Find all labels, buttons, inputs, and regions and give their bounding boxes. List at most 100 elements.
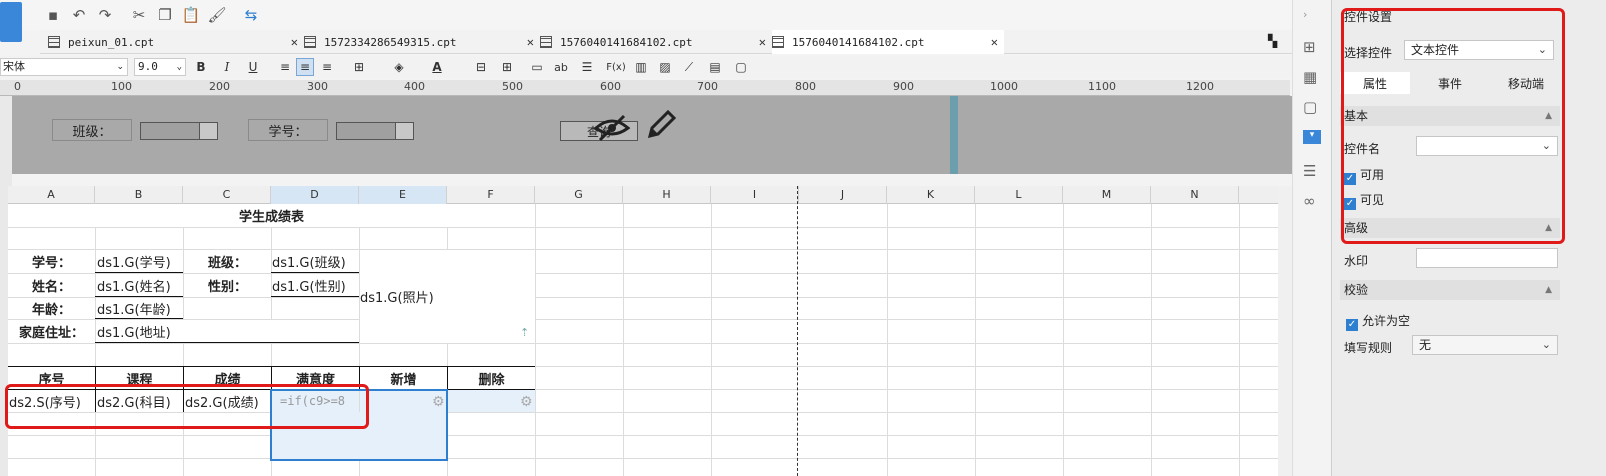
paste-icon[interactable]: 📋: [182, 6, 201, 24]
column-h[interactable]: H: [623, 186, 711, 204]
file-tabs: peixun_01.cpt ✕ 1572334286549315.cpt ✕ 1…: [40, 30, 1300, 54]
resize-handle-icon[interactable]: ⇡: [520, 326, 529, 339]
expand-icon[interactable]: ›: [1303, 8, 1321, 24]
border-icon[interactable]: ⊞: [350, 58, 368, 76]
link-icon[interactable]: ∞: [1303, 192, 1321, 210]
subreport-icon[interactable]: ▤: [706, 58, 724, 76]
text-icon[interactable]: ab: [552, 58, 570, 76]
column-a[interactable]: A: [8, 186, 95, 204]
column-i[interactable]: I: [711, 186, 799, 204]
align-right-icon[interactable]: ≡: [318, 58, 336, 76]
save-icon[interactable]: ▪: [44, 6, 62, 24]
photo-cell[interactable]: ds1.G(照片): [360, 250, 535, 343]
column-m[interactable]: M: [1063, 186, 1151, 204]
name-value-cell[interactable]: ds1.G(姓名): [97, 274, 183, 297]
cut-icon[interactable]: ✂: [130, 6, 148, 24]
close-icon[interactable]: ✕: [991, 35, 998, 49]
split-icon[interactable]: ⊞: [498, 58, 516, 76]
redo-icon[interactable]: ↷: [96, 6, 114, 24]
tab-file-1[interactable]: peixun_01.cpt ✕: [48, 30, 304, 54]
close-icon[interactable]: ✕: [527, 35, 534, 49]
report-title[interactable]: 学生成绩表: [8, 204, 535, 227]
address-label-cell[interactable]: 家庭住址：: [8, 320, 95, 343]
id-combo[interactable]: [336, 122, 414, 140]
bold-button[interactable]: B: [192, 58, 210, 76]
id-value-cell[interactable]: ds1.G(学号): [97, 250, 183, 273]
image-icon[interactable]: ▨: [656, 58, 674, 76]
chevron-down-icon: ⌄: [116, 62, 124, 72]
header-add[interactable]: 新增: [360, 367, 447, 389]
column-b[interactable]: B: [95, 186, 183, 204]
formula-icon[interactable]: F(x): [604, 58, 628, 76]
style-icon[interactable]: ▦: [1303, 68, 1321, 86]
report-icon: [540, 36, 552, 48]
align-left-icon[interactable]: ≡: [276, 58, 294, 76]
frame-icon[interactable]: ▢: [1303, 98, 1321, 116]
name-label-cell[interactable]: 姓名：: [8, 274, 95, 297]
column-g[interactable]: G: [535, 186, 623, 204]
font-color-icon[interactable]: A: [428, 58, 446, 76]
sex-value-cell[interactable]: ds1.G(性别): [272, 274, 359, 297]
allow-empty-label: 允许为空: [1362, 314, 1411, 328]
report-grid[interactable]: 学生成绩表 学号： ds1.G(学号) 班级： ds1.G(班级) 姓名： ds…: [8, 204, 1278, 476]
cell-border: [95, 296, 183, 297]
close-icon[interactable]: ✕: [291, 35, 298, 49]
copy-icon[interactable]: ❐: [156, 6, 174, 24]
chart-icon[interactable]: ▥: [632, 58, 650, 76]
underline-button[interactable]: U: [244, 58, 262, 76]
class-value-cell[interactable]: ds1.G(班级): [272, 250, 359, 273]
dropdown-icon[interactable]: [199, 123, 217, 139]
section-validate[interactable]: 校验 ▲: [1340, 280, 1560, 300]
gear-icon[interactable]: ⚙: [520, 394, 533, 410]
dropdown-icon[interactable]: [395, 123, 413, 139]
section-validate-label: 校验: [1344, 283, 1369, 297]
ruler-label: 200: [209, 80, 230, 93]
class-combo[interactable]: [140, 122, 218, 140]
chevron-down-icon: ⌄: [1541, 338, 1551, 351]
tab-file-3[interactable]: 1576040141684102.cpt ✕: [540, 30, 772, 54]
font-select[interactable]: 宋体 ⌄: [0, 58, 128, 76]
insert-icon[interactable]: ▭: [528, 58, 546, 76]
age-label-cell[interactable]: 年龄：: [8, 298, 95, 319]
column-d[interactable]: D: [271, 186, 359, 204]
merge-icon[interactable]: ⊟: [472, 58, 490, 76]
tab-file-2[interactable]: 1572334286549315.cpt ✕: [304, 30, 540, 54]
column-c[interactable]: C: [183, 186, 271, 204]
format-brush-icon[interactable]: 🖌: [207, 6, 226, 24]
hide-eye-icon[interactable]: [592, 112, 632, 142]
italic-button[interactable]: I: [218, 58, 236, 76]
column-e[interactable]: E: [359, 186, 447, 204]
age-value-cell[interactable]: ds1.G(年龄): [97, 298, 183, 319]
column-j[interactable]: J: [799, 186, 887, 204]
widget-icon[interactable]: ▾: [1303, 130, 1321, 144]
allow-empty-checkbox[interactable]: ✓ 允许为空: [1346, 312, 1410, 331]
close-icon[interactable]: ✕: [759, 35, 766, 49]
fill-color-icon[interactable]: ◈: [390, 58, 408, 76]
swap-icon[interactable]: ⇆: [242, 6, 260, 24]
column-l[interactable]: L: [975, 186, 1063, 204]
header-delete[interactable]: 删除: [448, 367, 535, 389]
column-f[interactable]: F: [447, 186, 535, 204]
tab-file-4[interactable]: 1576040141684102.cpt ✕: [772, 30, 1004, 54]
report-icon: [304, 36, 316, 48]
edit-pencil-icon[interactable]: [644, 108, 678, 142]
vertical-scrollbar[interactable]: [1278, 186, 1292, 476]
font-size-select[interactable]: 9.0 ⌄: [134, 58, 186, 76]
sex-label-cell[interactable]: 性别：: [184, 274, 271, 297]
id-label-cell[interactable]: 学号：: [8, 250, 95, 273]
list-icon[interactable]: ☰: [1303, 162, 1321, 180]
slash-icon[interactable]: ⟋: [680, 58, 698, 76]
watermark-input[interactable]: [1416, 248, 1558, 268]
undo-icon[interactable]: ↶: [70, 6, 88, 24]
rule-value: 无: [1419, 338, 1432, 352]
class-label-cell[interactable]: 班级：: [184, 250, 271, 273]
address-value-cell[interactable]: ds1.G(地址): [97, 320, 359, 343]
frame-icon[interactable]: ▢: [732, 58, 750, 76]
paragraph-icon[interactable]: ☰: [578, 58, 596, 76]
cell-attr-icon[interactable]: ⊞: [1303, 38, 1321, 56]
tab-menu-icon[interactable]: ▚: [1268, 34, 1277, 48]
align-center-icon[interactable]: ≡: [296, 58, 314, 76]
rule-select[interactable]: 无 ⌄: [1412, 335, 1558, 355]
column-k[interactable]: K: [887, 186, 975, 204]
column-n[interactable]: N: [1151, 186, 1239, 204]
